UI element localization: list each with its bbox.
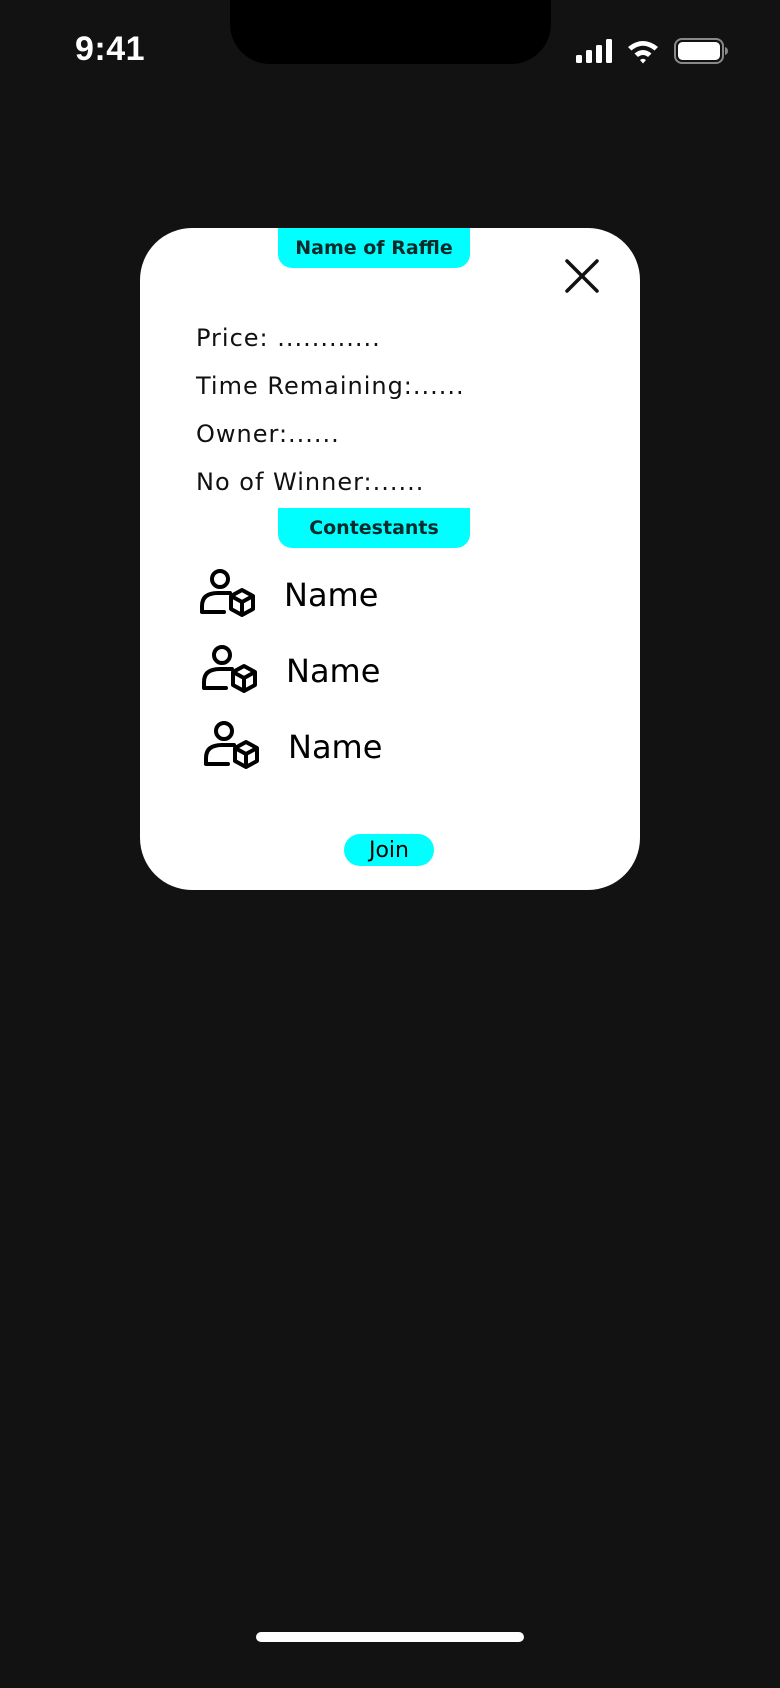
raffle-price: Price: ............ xyxy=(196,324,381,352)
close-button[interactable] xyxy=(564,258,600,294)
close-icon xyxy=(565,259,599,293)
contestants-header: Contestants xyxy=(278,508,470,548)
contestant-item: Name xyxy=(202,720,382,774)
contestant-item: Name xyxy=(200,644,380,698)
raffle-modal: Name of Raffle Price: ............ Time … xyxy=(140,228,640,890)
raffle-owner: Owner:...... xyxy=(196,420,340,448)
user-box-icon xyxy=(200,569,255,617)
user-box-icon xyxy=(204,721,259,769)
status-time: 9:41 xyxy=(75,30,146,68)
contestant-name: Name xyxy=(284,576,379,614)
raffle-time-remaining: Time Remaining:...... xyxy=(196,372,465,400)
device-notch xyxy=(230,0,551,64)
contestant-name: Name xyxy=(286,652,381,690)
raffle-title: Name of Raffle xyxy=(278,228,470,268)
raffle-winner-count: No of Winner:...... xyxy=(196,468,425,496)
cellular-signal-icon xyxy=(576,39,612,63)
status-icons xyxy=(576,38,728,64)
contestant-name: Name xyxy=(288,728,383,766)
join-button[interactable]: Join xyxy=(344,834,434,866)
user-box-icon xyxy=(202,645,257,693)
contestant-item: Name xyxy=(198,568,378,622)
home-indicator[interactable] xyxy=(256,1632,524,1642)
status-bar: 9:41 xyxy=(0,0,780,100)
battery-icon xyxy=(674,38,728,64)
wifi-icon xyxy=(628,41,658,64)
